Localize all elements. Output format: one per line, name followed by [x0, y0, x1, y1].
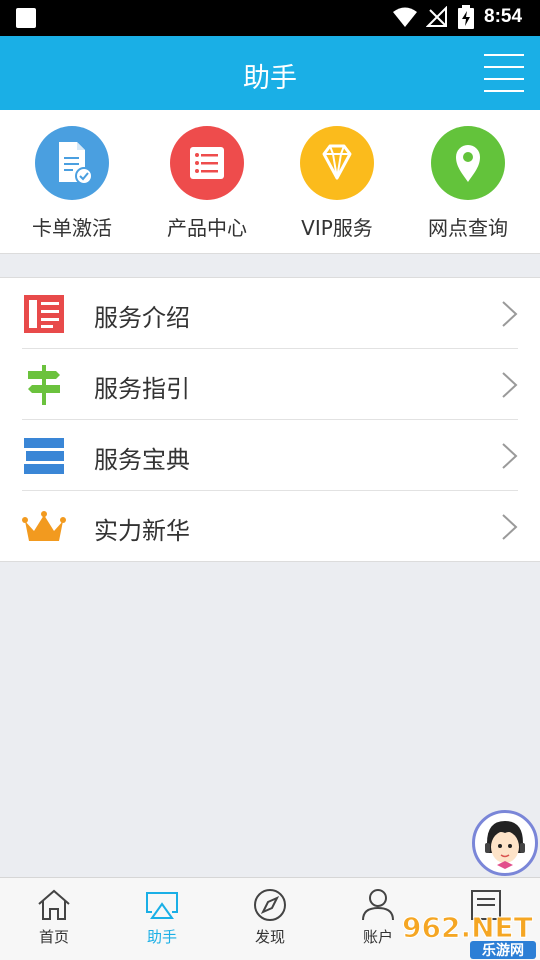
support-agent-icon: [485, 821, 525, 869]
stack-icon: [24, 438, 64, 474]
tab-home[interactable]: 首页: [0, 888, 108, 947]
menu-item-service-guide[interactable]: 服务指引: [0, 349, 540, 420]
menu-item-label: 服务介绍: [94, 304, 190, 332]
tab-label: 助手: [146, 928, 177, 946]
quick-action-label: 卡单激活: [32, 216, 112, 240]
diamond-icon: [300, 126, 374, 200]
chevron-right-icon: [502, 443, 518, 469]
watermark-top: 962.NET: [402, 911, 533, 944]
quick-action-product-center[interactable]: 产品中心: [147, 126, 267, 241]
chevron-right-icon: [502, 372, 518, 398]
crown-icon: [22, 511, 66, 541]
quick-action-outlet-search[interactable]: 网点查询: [408, 126, 528, 241]
user-icon: [362, 889, 394, 921]
quick-action-label: 产品中心: [167, 216, 247, 240]
quick-action-label: 网点查询: [428, 216, 508, 240]
menu-item-strength-xinhua[interactable]: 实力新华: [0, 491, 540, 562]
status-time: 8:54: [484, 6, 523, 27]
status-bar: 8:54: [0, 0, 540, 36]
page-title: 助手: [243, 63, 297, 94]
menu-item-service-handbook[interactable]: 服务宝典: [0, 420, 540, 491]
menu-icon[interactable]: [484, 54, 524, 92]
battery-charging-icon: [458, 5, 474, 29]
customer-service-avatar[interactable]: [472, 810, 538, 876]
airplay-icon: [146, 892, 178, 919]
card-activate-icon: [35, 126, 109, 200]
quick-action-card-activate[interactable]: 卡单激活: [12, 126, 132, 241]
chevron-right-icon: [502, 301, 518, 327]
no-signal-icon: [426, 6, 447, 27]
newspaper-icon: [24, 295, 64, 333]
watermark-logo: 962.NET 乐游网: [402, 911, 536, 959]
wifi-icon: [393, 7, 417, 27]
menu-item-label: 服务指引: [94, 375, 190, 403]
home-icon: [38, 889, 70, 920]
watermark-bottom: 乐游网: [482, 942, 524, 959]
menu-item-service-intro[interactable]: 服务介绍: [0, 278, 540, 349]
service-menu-list: 服务介绍 服务指引 服务宝典 实力新华: [0, 277, 540, 562]
location-pin-icon: [431, 126, 505, 200]
quick-action-vip-service[interactable]: VIP服务: [277, 126, 397, 241]
tab-label: 发现: [254, 928, 285, 946]
signpost-icon: [28, 365, 60, 405]
notification-icon: [16, 8, 36, 28]
menu-item-label: 实力新华: [94, 517, 190, 545]
menu-item-label: 服务宝典: [94, 446, 190, 474]
tab-label: 首页: [38, 928, 69, 946]
tab-assistant[interactable]: 助手: [108, 888, 216, 947]
tab-discover[interactable]: 发现: [216, 888, 324, 947]
chevron-right-icon: [502, 514, 518, 540]
compass-icon: [254, 889, 286, 921]
quick-action-label: VIP服务: [301, 216, 373, 240]
app-header: 助手: [0, 36, 540, 110]
product-list-icon: [170, 126, 244, 200]
quick-actions: 卡单激活 产品中心 VIP服务 网点查询: [0, 110, 540, 254]
